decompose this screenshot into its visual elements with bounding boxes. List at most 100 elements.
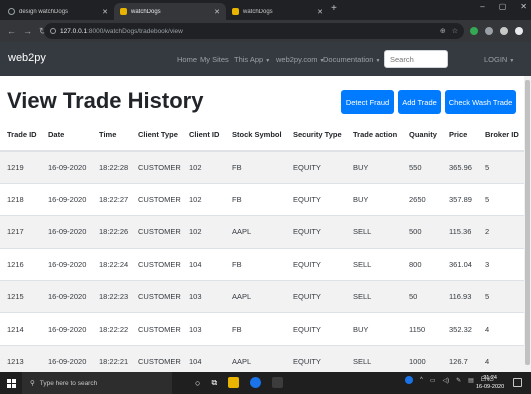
search-icon: ⚲ <box>30 380 35 387</box>
table-cell: EQUITY <box>286 182 346 216</box>
table-cell: EQUITY <box>286 215 346 249</box>
column-header: Trade ID <box>0 119 41 152</box>
page-scrollbar[interactable] <box>524 76 531 372</box>
back-icon[interactable]: ← <box>7 26 16 36</box>
app-grid-icon <box>232 8 239 15</box>
clock-date: 16-09-2020 <box>476 384 505 390</box>
table-cell: 18:22:27 <box>92 182 131 216</box>
extension-icon[interactable] <box>485 26 493 35</box>
table-cell: FB <box>225 312 286 346</box>
network-icon[interactable]: ▭ <box>430 377 436 384</box>
table-cell: CUSTOMER <box>131 247 182 281</box>
globe-icon <box>8 8 15 15</box>
table-cell: 1150 <box>402 312 442 346</box>
table-cell: 4 <box>478 312 524 346</box>
chevron-up-icon[interactable]: ^ <box>420 377 423 383</box>
table-cell: 102 <box>182 150 225 184</box>
column-header: Client ID <box>182 119 225 152</box>
windows-logo-icon <box>6 378 16 388</box>
table-cell: 3 <box>478 247 524 281</box>
start-button[interactable] <box>0 372 22 394</box>
login-menu[interactable]: LOGIN ▼ <box>484 55 514 64</box>
extension-icon[interactable] <box>470 26 478 35</box>
cortana-icon[interactable]: ○ <box>195 378 200 388</box>
table-row[interactable]: 1218 16-09-2020 18:22:27 CUSTOMER 102 FB EQUIT… <box>0 182 524 216</box>
table-cell: 103 <box>182 312 225 346</box>
table-row[interactable]: 1214 16-09-2020 18:22:22 CUSTOMER 103 FB EQUIT… <box>0 312 524 346</box>
table-cell: 1219 <box>0 150 41 184</box>
browser-tab-watchdogs[interactable]: watchDogs ✕ <box>226 3 329 20</box>
pen-icon[interactable]: ✎ <box>456 377 461 384</box>
nav-this-app[interactable]: This App ▼ <box>234 55 270 64</box>
nav-web2py-com[interactable]: web2py.com ▼ <box>276 55 325 64</box>
windows-taskbar: ⚲ Type here to search ○ ⧉ ^ ▭ ◁) ✎ ▤ ENG… <box>0 372 531 394</box>
maximize-button[interactable]: ▢ <box>499 2 507 11</box>
chrome-icon[interactable] <box>250 377 262 388</box>
taskbar-clock[interactable]: 21:24 16-09-2020 <box>476 374 504 392</box>
table-cell: 115.36 <box>442 215 478 249</box>
search-input[interactable] <box>384 50 448 68</box>
table-cell: CUSTOMER <box>131 215 182 249</box>
table-cell: 1214 <box>0 312 41 346</box>
table-row[interactable]: 1215 16-09-2020 18:22:23 CUSTOMER 103 AAPL EQU… <box>0 280 524 313</box>
column-header: Time <box>92 119 131 152</box>
table-row[interactable]: 1216 16-09-2020 18:22:24 CUSTOMER 104 FB EQUIT… <box>0 247 524 281</box>
table-row[interactable]: 1219 16-09-2020 18:22:28 CUSTOMER 102 FB EQUIT… <box>0 150 524 184</box>
notification-icon[interactable] <box>513 378 522 387</box>
site-info-icon[interactable] <box>50 28 56 34</box>
close-icon[interactable]: ✕ <box>317 8 323 16</box>
nav-my-sites[interactable]: My Sites <box>200 55 229 64</box>
table-cell: CUSTOMER <box>131 280 182 313</box>
table-cell: 16-09-2020 <box>41 150 92 184</box>
bookmark-star-icon[interactable]: ☆ <box>452 27 458 35</box>
table-cell: 1215 <box>0 280 41 313</box>
table-cell: 16-09-2020 <box>41 280 92 313</box>
add-trade-button[interactable]: Add Trade <box>398 90 441 114</box>
trade-history-table-container: Trade ID Date Time Client Type Client ID Stoc… <box>0 119 524 394</box>
brand-logo[interactable]: web2py <box>8 52 46 64</box>
table-cell: 365.96 <box>442 150 478 184</box>
close-icon[interactable]: ✕ <box>214 8 220 16</box>
table-cell: 16-09-2020 <box>41 215 92 249</box>
column-header: Quanity <box>402 119 442 152</box>
app-icon[interactable] <box>272 377 284 388</box>
task-view-icon[interactable]: ⧉ <box>211 378 217 388</box>
browser-tab-design-watchdogs[interactable]: design watchDogs ✕ <box>2 3 114 20</box>
close-icon[interactable]: ✕ <box>102 8 108 16</box>
taskbar-search-placeholder: Type here to search <box>39 379 98 387</box>
minimize-button[interactable]: – <box>480 2 484 11</box>
table-header-row: Trade ID Date Time Client Type Client ID Stoc… <box>0 119 524 152</box>
address-bar[interactable]: 127.0.0.1 :8000/watchDogs/tradebook/view… <box>44 23 464 39</box>
scrollbar-thumb[interactable] <box>525 80 530 365</box>
new-tab-button[interactable]: + <box>331 3 337 14</box>
table-cell: 104 <box>182 247 225 281</box>
table-cell: 800 <box>402 247 442 281</box>
table-cell: 5 <box>478 182 524 216</box>
nav-home[interactable]: Home <box>177 55 197 64</box>
table-row[interactable]: 1217 16-09-2020 18:22:26 CUSTOMER 102 AAPL EQU… <box>0 215 524 249</box>
column-header: Security Type <box>286 119 346 152</box>
table-cell: EQUITY <box>286 247 346 281</box>
volume-icon[interactable]: ◁) <box>443 377 450 384</box>
file-explorer-icon[interactable] <box>228 377 240 388</box>
table-cell: 5 <box>478 150 524 184</box>
zoom-icon[interactable]: ⊕ <box>440 27 446 35</box>
table-cell: FB <box>225 247 286 281</box>
forward-icon[interactable]: → <box>23 26 32 36</box>
puzzle-icon[interactable] <box>500 26 508 35</box>
tray-app-icon[interactable] <box>405 376 413 384</box>
table-cell: 2650 <box>402 182 442 216</box>
close-window-button[interactable]: ✕ <box>520 2 527 11</box>
check-wash-trade-button[interactable]: Check Wash Trade <box>445 90 516 114</box>
table-cell: 361.04 <box>442 247 478 281</box>
detect-fraud-button[interactable]: Detect Fraud <box>341 90 394 114</box>
nav-documentation[interactable]: Documentation ▼ <box>323 55 380 64</box>
tab-title: watchDogs <box>131 8 161 15</box>
table-cell: 550 <box>402 150 442 184</box>
login-label: LOGIN <box>484 55 508 64</box>
keyboard-icon[interactable]: ▤ <box>468 377 474 384</box>
profile-avatar-icon[interactable] <box>515 26 523 35</box>
taskbar-search-box[interactable]: ⚲ Type here to search <box>22 372 172 394</box>
browser-tab-watchdogs-active[interactable]: watchDogs ✕ <box>114 3 226 20</box>
table-cell: 18:22:24 <box>92 247 131 281</box>
